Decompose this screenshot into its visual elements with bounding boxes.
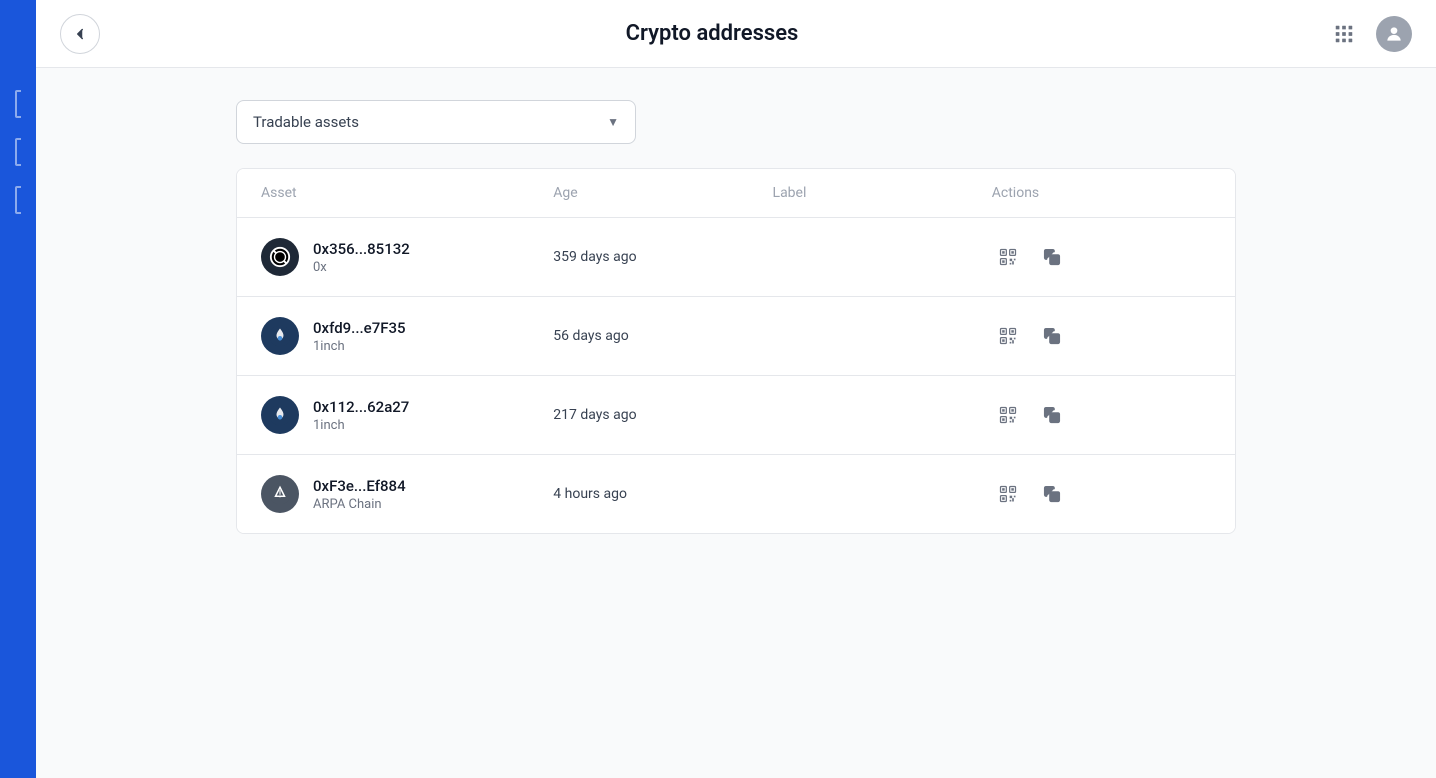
copy-button[interactable] [1036,320,1068,352]
age-cell: 56 days ago [553,328,772,344]
content-area: Tradable assets ▼ Asset Age Label Action… [36,68,1436,778]
asset-cell: 0xfd9...e7F35 1inch [261,317,553,355]
user-avatar[interactable] [1376,16,1412,52]
token-icon-1inch [261,317,299,355]
column-age: Age [553,185,772,201]
actions-cell [992,399,1211,431]
qr-code-button[interactable] [992,399,1024,431]
asset-info: 0x356...85132 0x [313,240,410,275]
token-icon-0x [261,238,299,276]
asset-address: 0xF3e...Ef884 [313,477,406,495]
asset-token-label: ARPA Chain [313,497,406,512]
chevron-down-icon: ▼ [607,115,619,129]
table-header: Asset Age Label Actions [237,169,1235,218]
age-cell: 4 hours ago [553,486,772,502]
copy-button[interactable] [1036,399,1068,431]
asset-info: 0xfd9...e7F35 1inch [313,319,406,354]
grid-icon-button[interactable] [1324,14,1364,54]
asset-address: 0x356...85132 [313,240,410,258]
header-right [1324,14,1412,54]
sidebar-item-2 [15,138,21,166]
sidebar [0,0,36,778]
page-title: Crypto addresses [100,21,1324,46]
asset-token-label: 1inch [313,418,409,433]
asset-address: 0xfd9...e7F35 [313,319,406,337]
table-row[interactable]: 0x112...62a27 1inch 217 days ago [237,376,1235,455]
table-row[interactable]: 0x356...85132 0x 359 days ago [237,218,1235,297]
header-left [60,14,100,54]
token-icon-arpa [261,475,299,513]
column-asset: Asset [261,185,553,201]
column-actions: Actions [992,185,1211,201]
header-center: Crypto addresses [100,21,1324,46]
qr-code-button[interactable] [992,241,1024,273]
back-button[interactable] [60,14,100,54]
sidebar-item-3 [15,186,21,214]
filter-wrapper: Tradable assets ▼ [236,100,1236,144]
table-row[interactable]: 0xF3e...Ef884 ARPA Chain 4 hours ago [237,455,1235,533]
asset-cell: 0x112...62a27 1inch [261,396,553,434]
table-row[interactable]: 0xfd9...e7F35 1inch 56 days ago [237,297,1235,376]
qr-code-button[interactable] [992,478,1024,510]
dropdown-label: Tradable assets [253,113,359,131]
column-label: Label [773,185,992,201]
qr-code-button[interactable] [992,320,1024,352]
asset-info: 0x112...62a27 1inch [313,398,409,433]
actions-cell [992,241,1211,273]
asset-cell: 0x356...85132 0x [261,238,553,276]
asset-token-label: 0x [313,260,410,275]
actions-cell [992,320,1211,352]
token-icon-1inch [261,396,299,434]
asset-cell: 0xF3e...Ef884 ARPA Chain [261,475,553,513]
header: Crypto addresses [36,0,1436,68]
age-cell: 217 days ago [553,407,772,423]
asset-address: 0x112...62a27 [313,398,409,416]
addresses-table: Asset Age Label Actions 0x356 [236,168,1236,534]
age-cell: 359 days ago [553,249,772,265]
main-wrapper: Crypto addresses [36,0,1436,778]
sidebar-item-1 [15,90,21,118]
copy-button[interactable] [1036,241,1068,273]
asset-info: 0xF3e...Ef884 ARPA Chain [313,477,406,512]
copy-button[interactable] [1036,478,1068,510]
actions-cell [992,478,1211,510]
asset-token-label: 1inch [313,339,406,354]
asset-filter-dropdown[interactable]: Tradable assets ▼ [236,100,636,144]
